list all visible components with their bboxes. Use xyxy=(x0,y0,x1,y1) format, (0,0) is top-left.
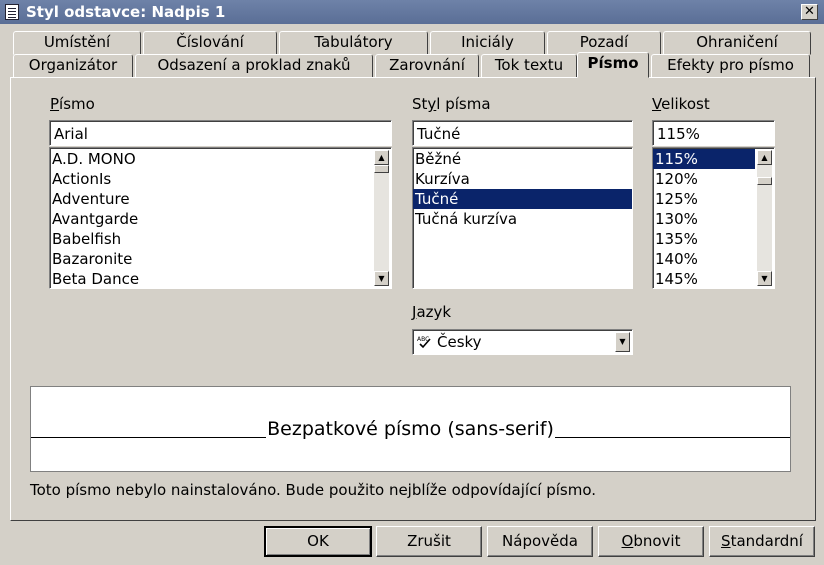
tab-tok-textu[interactable]: Tok textu xyxy=(481,54,577,78)
size-label: Velikost xyxy=(652,95,710,113)
scroll-thumb[interactable] xyxy=(374,165,389,173)
scroll-thumb[interactable] xyxy=(757,177,772,185)
scroll-down-icon[interactable]: ▼ xyxy=(757,271,772,286)
list-item-selected[interactable]: Tučné xyxy=(413,189,632,209)
font-preview: Bezpatkové písmo (sans-serif) xyxy=(30,386,791,472)
list-item[interactable]: Tučná kurzíva xyxy=(413,209,632,229)
list-item[interactable]: 135% xyxy=(653,229,755,249)
font-list[interactable]: A.D. MONO ActionIs Adventure Avantgarde … xyxy=(49,147,392,289)
tab-zarovnani[interactable]: Zarovnání xyxy=(375,54,479,78)
style-label: Styl písma xyxy=(412,95,491,113)
list-item[interactable]: Běžné xyxy=(413,149,632,169)
list-item[interactable]: Beta Dance xyxy=(50,269,391,288)
list-item[interactable]: 145% xyxy=(653,269,755,288)
tab-tabulatory[interactable]: Tabulátory xyxy=(279,31,428,55)
reset-button[interactable]: Obnovit xyxy=(598,526,704,557)
title-bar[interactable]: Styl odstavce: Nadpis 1 ✕ xyxy=(0,0,824,24)
size-list-scrollbar[interactable]: ▲ ▼ xyxy=(757,150,772,286)
spellcheck-icon: ABC xyxy=(417,336,431,349)
list-item[interactable]: Bazaronite xyxy=(50,249,391,269)
window-title: Styl odstavce: Nadpis 1 xyxy=(26,3,226,21)
tab-odsazeni[interactable]: Odsazení a proklad znaků xyxy=(135,54,373,78)
font-label: Písmo xyxy=(50,95,95,113)
ok-button[interactable]: OK xyxy=(264,526,372,557)
list-item[interactable]: 130% xyxy=(653,209,755,229)
font-list-scrollbar[interactable]: ▲ ▼ xyxy=(374,150,389,286)
list-item[interactable]: Adventure xyxy=(50,189,391,209)
style-list[interactable]: Běžné Kurzíva Tučné Tučná kurzíva xyxy=(412,147,633,289)
style-input[interactable]: Tučné xyxy=(412,120,633,146)
list-item[interactable]: Kurzíva xyxy=(413,169,632,189)
tab-cislovani[interactable]: Číslování xyxy=(143,31,277,55)
list-item[interactable]: 125% xyxy=(653,189,755,209)
list-item[interactable]: Avantgarde xyxy=(50,209,391,229)
language-select[interactable]: ABC Česky ▼ xyxy=(412,329,633,355)
help-button[interactable]: Nápověda xyxy=(487,526,593,557)
list-item[interactable]: 140% xyxy=(653,249,755,269)
language-value: Česky xyxy=(437,333,482,351)
list-item[interactable]: 120% xyxy=(653,169,755,189)
close-button[interactable]: ✕ xyxy=(801,4,818,20)
tab-inicialy[interactable]: Iniciály xyxy=(430,31,545,55)
standard-button[interactable]: Standardní xyxy=(709,526,815,557)
document-icon xyxy=(5,4,19,20)
scroll-up-icon[interactable]: ▲ xyxy=(757,150,772,165)
tab-organizator[interactable]: Organizátor xyxy=(13,54,133,78)
preview-text: Bezpatkové písmo (sans-serif) xyxy=(266,418,555,440)
font-warning-text: Toto písmo nebylo nainstalováno. Bude po… xyxy=(30,481,597,499)
tab-ohraniceni[interactable]: Ohraničení xyxy=(663,31,811,55)
size-input[interactable]: 115% xyxy=(652,120,775,146)
cancel-button[interactable]: Zrušit xyxy=(376,526,482,557)
list-item-selected[interactable]: 115% xyxy=(653,149,755,169)
size-list[interactable]: 115% 120% 125% 130% 135% 140% 145% ▲ ▼ xyxy=(652,147,775,289)
tab-pismo[interactable]: Písmo xyxy=(577,52,649,78)
list-item[interactable]: A.D. MONO xyxy=(50,149,391,169)
list-item[interactable]: ActionIs xyxy=(50,169,391,189)
scroll-up-icon[interactable]: ▲ xyxy=(374,150,389,165)
tab-umisteni[interactable]: Umístění xyxy=(13,31,141,55)
scroll-down-icon[interactable]: ▼ xyxy=(374,271,389,286)
tab-efekty-pro-pismo[interactable]: Efekty pro písmo xyxy=(651,54,810,78)
list-item[interactable]: Babelfish xyxy=(50,229,391,249)
language-label: Jazyk xyxy=(412,303,452,321)
font-input[interactable]: Arial xyxy=(49,120,392,146)
chevron-down-icon[interactable]: ▼ xyxy=(615,332,630,352)
